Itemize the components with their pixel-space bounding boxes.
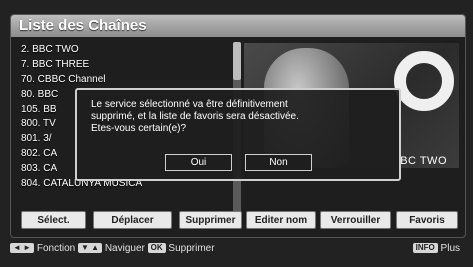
channel-item[interactable]: 70. CBBC Channel bbox=[19, 72, 229, 87]
hint-info-group: INFO Plus bbox=[412, 241, 460, 257]
edit-name-button[interactable]: Editer nom bbox=[246, 211, 316, 229]
dialog-message: Le service sélectionné va être définitiv… bbox=[91, 99, 391, 135]
hint-bar: ◄ ► Fonction ▼ ▲ Naviguer OK Supprimer I… bbox=[10, 241, 464, 257]
delete-button[interactable]: Supprimer bbox=[179, 211, 242, 229]
channel-item[interactable]: 7. BBC THREE bbox=[19, 57, 229, 72]
move-button[interactable]: Déplacer bbox=[93, 211, 172, 229]
info-key-icon: INFO bbox=[412, 243, 438, 254]
ok-key-icon: OK bbox=[147, 243, 166, 254]
left-right-key-icon: ◄ ► bbox=[10, 243, 35, 254]
dialog-message-line: Etes-vous certain(e)? bbox=[91, 123, 187, 134]
yes-button[interactable]: Oui bbox=[165, 154, 232, 171]
lock-button[interactable]: Verrouiller bbox=[320, 211, 391, 229]
dialog-message-line: supprimé, et la liste de favoris sera dé… bbox=[91, 111, 299, 122]
channel-item[interactable]: 2. BBC TWO bbox=[19, 42, 229, 57]
hint-navigate: Naviguer bbox=[104, 243, 145, 254]
up-down-key-icon: ▼ ▲ bbox=[77, 243, 103, 254]
select-button[interactable]: Sélect. bbox=[21, 211, 86, 229]
tv-screen: Liste des Chaînes 2. BBC TWO 7. BBC THRE… bbox=[0, 0, 473, 267]
confirm-dialog: Le service sélectionné va être définitiv… bbox=[75, 88, 401, 181]
preview-channel-label: BC TWO bbox=[400, 155, 447, 167]
toolbar: Sélect. Déplacer Supprimer Editer nom Ve… bbox=[19, 211, 465, 229]
preview-logo-shape bbox=[394, 51, 454, 111]
hint-delete: Supprimer bbox=[168, 243, 215, 254]
favorites-button[interactable]: Favoris bbox=[396, 211, 458, 229]
page-title: Liste des Chaînes bbox=[11, 15, 465, 37]
scrollbar-thumb[interactable] bbox=[233, 42, 241, 80]
hint-more: Plus bbox=[440, 243, 460, 254]
dialog-message-line: Le service sélectionné va être définitiv… bbox=[91, 99, 288, 110]
no-button[interactable]: Non bbox=[245, 154, 312, 171]
hint-function: Fonction bbox=[36, 243, 76, 254]
